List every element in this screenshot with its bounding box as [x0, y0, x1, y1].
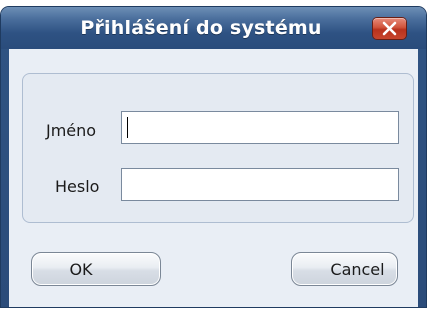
- dialog-title: Přihlášení do systému: [80, 17, 322, 39]
- password-input[interactable]: [121, 168, 399, 201]
- ok-button-label: OK: [69, 259, 93, 279]
- cancel-button[interactable]: Cancel: [291, 252, 398, 286]
- cancel-button-label: Cancel: [330, 259, 385, 279]
- close-icon: [382, 21, 397, 36]
- name-input[interactable]: [121, 111, 399, 144]
- close-button[interactable]: [373, 18, 406, 39]
- name-label: Jméno: [46, 121, 97, 140]
- title-bar[interactable]: Přihlášení do systému: [1, 7, 426, 49]
- password-label: Heslo: [55, 177, 100, 196]
- ok-button[interactable]: OK: [31, 252, 161, 286]
- text-caret: [127, 117, 128, 138]
